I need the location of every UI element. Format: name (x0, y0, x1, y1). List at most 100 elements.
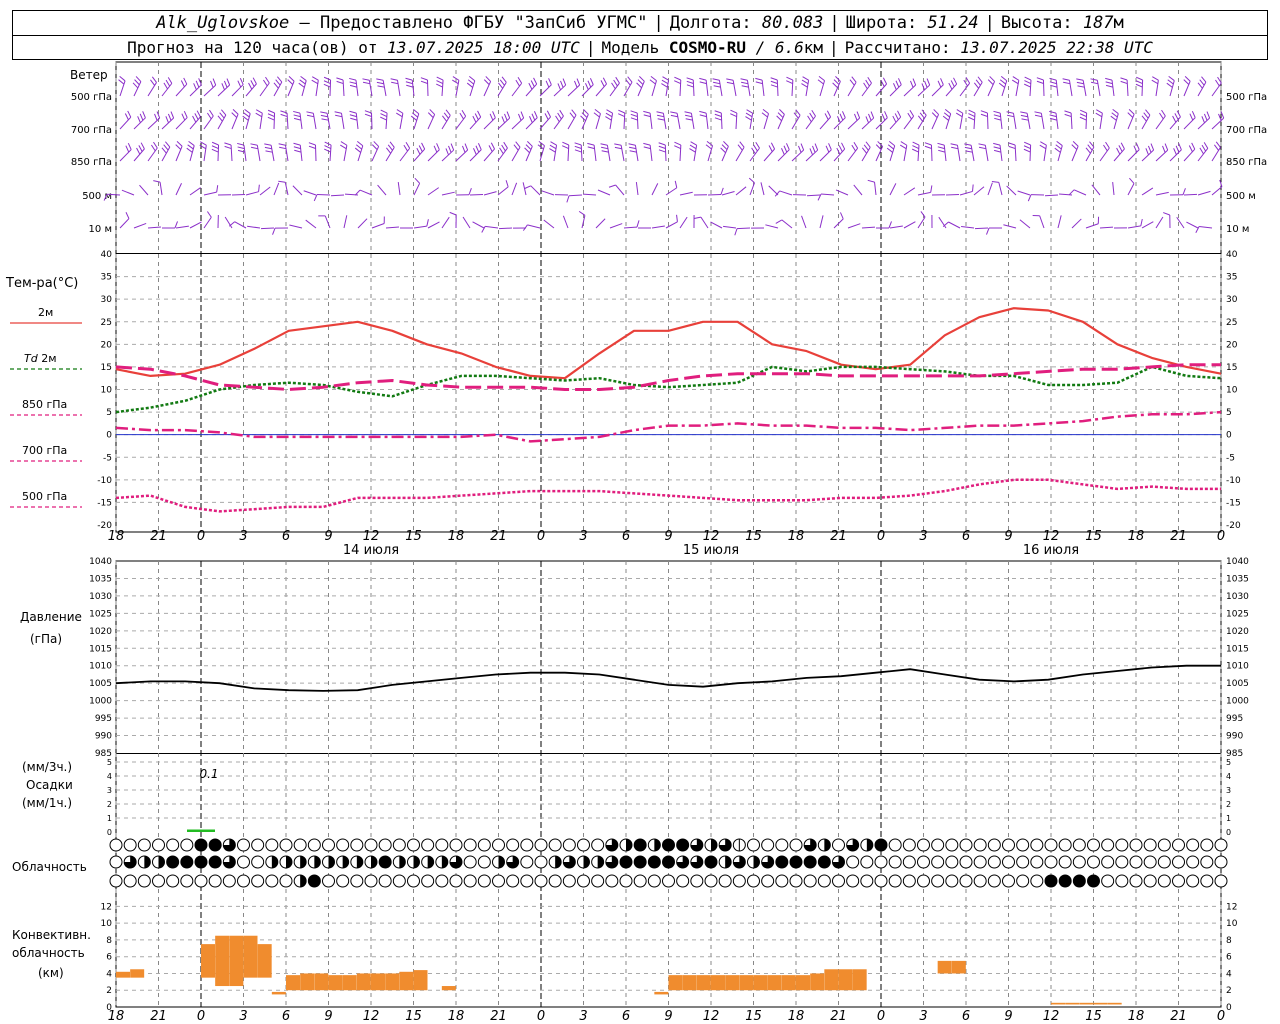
wind-barb (847, 111, 861, 130)
wind-barb (861, 76, 872, 97)
temp-xtick: 3 (579, 529, 587, 544)
wind-barb (511, 77, 523, 97)
wind-barb (119, 212, 130, 229)
temp-ytick-right: 25 (1226, 318, 1237, 328)
wind-barb (945, 193, 960, 196)
wind-barb (1062, 78, 1073, 97)
wind-barb (959, 77, 971, 97)
wind-barb (959, 184, 974, 196)
cloud-half (753, 856, 760, 868)
cloud-symbol (647, 855, 661, 869)
cloud-symbol (917, 874, 930, 888)
wind-barb (937, 142, 947, 162)
wind-barb (231, 77, 244, 97)
temp-ytick-left: 0 (106, 431, 112, 441)
wind-barb (651, 225, 665, 229)
cloud-symbol (931, 838, 945, 852)
wind-barb (462, 216, 471, 229)
cloud-symbol (1143, 855, 1157, 869)
cloud-symbol (265, 874, 279, 888)
wind-barb (245, 77, 257, 97)
wind-barb (1027, 194, 1045, 202)
conv-bar (767, 975, 782, 991)
pres-ytick-left: 1010 (89, 662, 112, 672)
prec-ytick-left: 2 (107, 800, 112, 809)
conv-bar (696, 975, 711, 991)
prec-ytick-left: 1 (107, 814, 112, 823)
cloud-symbol (619, 855, 633, 869)
temp-xtick: 18 (1128, 529, 1145, 544)
conv-ytick-right: 6 (1226, 953, 1232, 963)
conv-bar (342, 975, 357, 991)
pres-ytick-left: 1025 (89, 609, 112, 619)
wind-barb (250, 143, 261, 162)
conv-bar (116, 971, 130, 978)
wind-barb (211, 141, 220, 162)
bottom-xtick: 18 (788, 1009, 805, 1024)
day-label: 14 июля (343, 543, 399, 558)
wind-barb (1034, 111, 1045, 130)
wind-barb (912, 141, 920, 162)
wind-barb (133, 111, 146, 130)
wind-barb (511, 182, 518, 196)
wind-barb (635, 182, 639, 196)
cloud-symbol (1087, 838, 1100, 852)
conv-bar (1093, 1002, 1108, 1005)
cloud-symbol (1200, 874, 1214, 888)
wind-barb (749, 141, 760, 162)
cloud-half (314, 856, 321, 868)
temp-xtick: 18 (448, 529, 465, 544)
bottom-xtick: 12 (1043, 1009, 1060, 1024)
cloud-symbol (1030, 874, 1044, 888)
wind-barb (1071, 141, 1079, 162)
precip-annotation: 0.1 (199, 767, 218, 781)
bottom-xtick: 12 (363, 1009, 380, 1024)
prec-ytick-left: 4 (107, 772, 112, 781)
wind-barb (689, 141, 698, 162)
cloud-symbol (633, 855, 647, 869)
wind-barb (147, 76, 157, 97)
cloud-symbol (1044, 855, 1058, 869)
wind-barb (455, 187, 472, 196)
wind-barb (955, 109, 964, 130)
wind-barb (1105, 77, 1115, 97)
cloud-symbol (591, 874, 605, 888)
cloud-symbol (1016, 838, 1030, 852)
wind-barb (273, 76, 283, 97)
cloud-symbol (1172, 855, 1185, 869)
wind-barb (597, 189, 611, 196)
cloud-symbol (1115, 874, 1129, 888)
cloud-half (441, 856, 448, 868)
temp-xtick: 6 (622, 529, 630, 544)
cloud-symbol (322, 874, 335, 888)
cloud-half (711, 839, 717, 851)
wind-barb (441, 143, 455, 162)
cloud-symbol (888, 838, 902, 852)
wind-barb (354, 189, 373, 196)
cloud-symbol (449, 874, 463, 888)
cloud-symbol (917, 838, 930, 852)
bottom-xtick: 21 (490, 1009, 507, 1024)
cloud-symbol (945, 874, 959, 888)
cloud-symbol (166, 855, 180, 869)
temp-ytick-right: 30 (1226, 295, 1238, 305)
cloud-symbol (407, 874, 420, 888)
wind-barb (340, 141, 348, 162)
wind-barb (875, 221, 892, 229)
cloud-symbol (1129, 838, 1143, 852)
wind-barb (483, 142, 495, 162)
bottom-xtick: 6 (622, 1009, 630, 1024)
wind-barb (986, 227, 1003, 235)
wind-barb (441, 109, 451, 130)
wind-barb (889, 110, 902, 130)
wind-barb (1169, 188, 1186, 196)
cloud-symbol (1058, 855, 1072, 869)
wind-barb (833, 111, 846, 130)
wind-barb (1163, 212, 1171, 229)
cloud-half (158, 856, 165, 868)
cloud-symbol (194, 855, 208, 869)
prec-ytick-right: 1 (1226, 814, 1231, 823)
wind-barb (1127, 177, 1135, 196)
pres-ytick-right: 1010 (1226, 662, 1249, 672)
wind-barb (217, 109, 227, 130)
